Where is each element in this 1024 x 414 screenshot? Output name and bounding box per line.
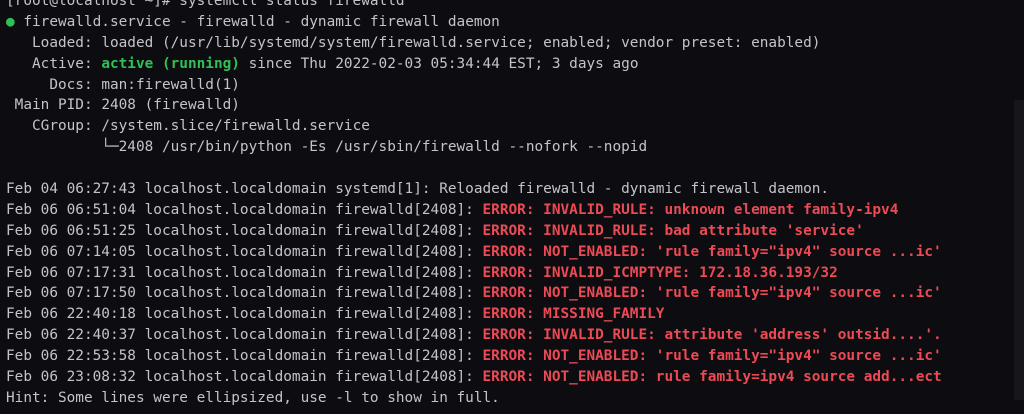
error-label: ERROR: [482, 285, 535, 302]
error-label: ERROR: [482, 327, 535, 344]
docs-line: Docs: man:firewalld(1) [6, 75, 1024, 96]
error-label: ERROR: [482, 264, 535, 281]
log-prefix: Feb 06 06:51:04 localhost.localdomain fi… [6, 201, 483, 218]
unit-line: ● firewalld.service - firewalld - dynami… [6, 12, 1024, 33]
log-prefix: Feb 06 22:40:37 localhost.localdomain fi… [6, 327, 483, 344]
error-message: NOT_ENABLED: 'rule family="ipv4" source … [534, 348, 942, 365]
active-line: Active: active (running) since Thu 2022-… [6, 54, 1024, 75]
pid-label: Main PID: [6, 97, 102, 114]
log-line: Feb 06 22:53:58 localhost.localdomain fi… [6, 346, 1024, 367]
journal-log: Feb 04 06:27:43 localhost.localdomain sy… [6, 179, 1024, 388]
scrollbar[interactable] [1014, 100, 1024, 400]
log-line: Feb 06 07:14:05 localhost.localdomain fi… [6, 242, 1024, 263]
log-prefix: Feb 06 22:53:58 localhost.localdomain fi… [6, 348, 483, 365]
cgroup-line: CGroup: /system.slice/firewalld.service [6, 116, 1024, 137]
log-prefix: Feb 06 07:17:31 localhost.localdomain fi… [6, 264, 483, 281]
log-prefix: Feb 06 07:17:50 localhost.localdomain fi… [6, 285, 483, 302]
prompt-line: [root@localhost ~]# systemctl status fir… [6, 0, 405, 9]
unit-title: firewalld.service - firewalld - dynamic … [14, 13, 500, 30]
error-message: NOT_ENABLED: rule family=ipv4 source add… [534, 369, 942, 386]
log-line: Feb 06 22:40:37 localhost.localdomain fi… [6, 325, 1024, 346]
error-message: NOT_ENABLED: 'rule family="ipv4" source … [534, 243, 942, 260]
error-message: INVALID_RULE: unknown element family-ipv… [534, 201, 899, 218]
log-line: Feb 06 07:17:50 localhost.localdomain fi… [6, 283, 1024, 304]
log-prefix: Feb 04 06:27:43 localhost.localdomain sy… [6, 181, 830, 198]
log-line: Feb 06 23:08:32 localhost.localdomain fi… [6, 367, 1024, 388]
log-prefix: Feb 06 23:08:32 localhost.localdomain fi… [6, 369, 483, 386]
loaded-label: Loaded: [6, 34, 102, 51]
log-prefix: Feb 06 06:51:25 localhost.localdomain fi… [6, 222, 483, 239]
cgroup-value: /system.slice/firewalld.service [101, 118, 370, 135]
error-message: MISSING_FAMILY [534, 306, 665, 323]
log-line: Feb 06 06:51:04 localhost.localdomain fi… [6, 200, 1024, 221]
active-label: Active: [6, 55, 102, 72]
error-label: ERROR: [482, 369, 535, 386]
cgroup-label: CGroup: [6, 118, 102, 135]
log-line: Feb 06 22:40:18 localhost.localdomain fi… [6, 304, 1024, 325]
docs-label: Docs: [6, 76, 102, 93]
loaded-line: Loaded: loaded (/usr/lib/systemd/system/… [6, 33, 1024, 54]
error-label: ERROR: [482, 243, 535, 260]
error-label: ERROR: [482, 222, 535, 239]
log-line: Feb 06 07:17:31 localhost.localdomain fi… [6, 263, 1024, 284]
error-label: ERROR: [482, 348, 535, 365]
error-message: INVALID_RULE: attribute 'address' outsid… [534, 327, 942, 344]
log-prefix: Feb 06 07:14:05 localhost.localdomain fi… [6, 243, 483, 260]
log-line: Feb 04 06:27:43 localhost.localdomain sy… [6, 179, 1024, 200]
error-message: INVALID_ICMPTYPE: 172.18.36.193/32 [534, 264, 838, 281]
pid-value: 2408 (firewalld) [101, 97, 240, 114]
pid-line: Main PID: 2408 (firewalld) [6, 95, 1024, 116]
error-message: NOT_ENABLED: 'rule family="ipv4" source … [534, 285, 942, 302]
status-dot-icon: ● [6, 13, 15, 30]
error-label: ERROR: [482, 201, 535, 218]
log-prefix: Feb 06 22:40:18 localhost.localdomain fi… [6, 306, 483, 323]
error-message: INVALID_RULE: bad attribute 'service' [534, 222, 864, 239]
log-line: Feb 06 06:51:25 localhost.localdomain fi… [6, 221, 1024, 242]
active-since: since Thu 2022-02-03 05:34:44 EST; 3 day… [239, 55, 639, 72]
active-state: active (running) [101, 55, 240, 72]
docs-value: man:firewalld(1) [101, 76, 240, 93]
error-label: ERROR: [482, 306, 535, 323]
cgroup-child-line: └─2408 /usr/bin/python -Es /usr/sbin/fir… [6, 139, 648, 156]
terminal-window[interactable]: [root@localhost ~]# systemctl status fir… [0, 0, 1024, 414]
hint-line: Hint: Some lines were ellipsized, use -l… [6, 389, 500, 406]
loaded-value: loaded (/usr/lib/systemd/system/firewall… [101, 34, 821, 51]
